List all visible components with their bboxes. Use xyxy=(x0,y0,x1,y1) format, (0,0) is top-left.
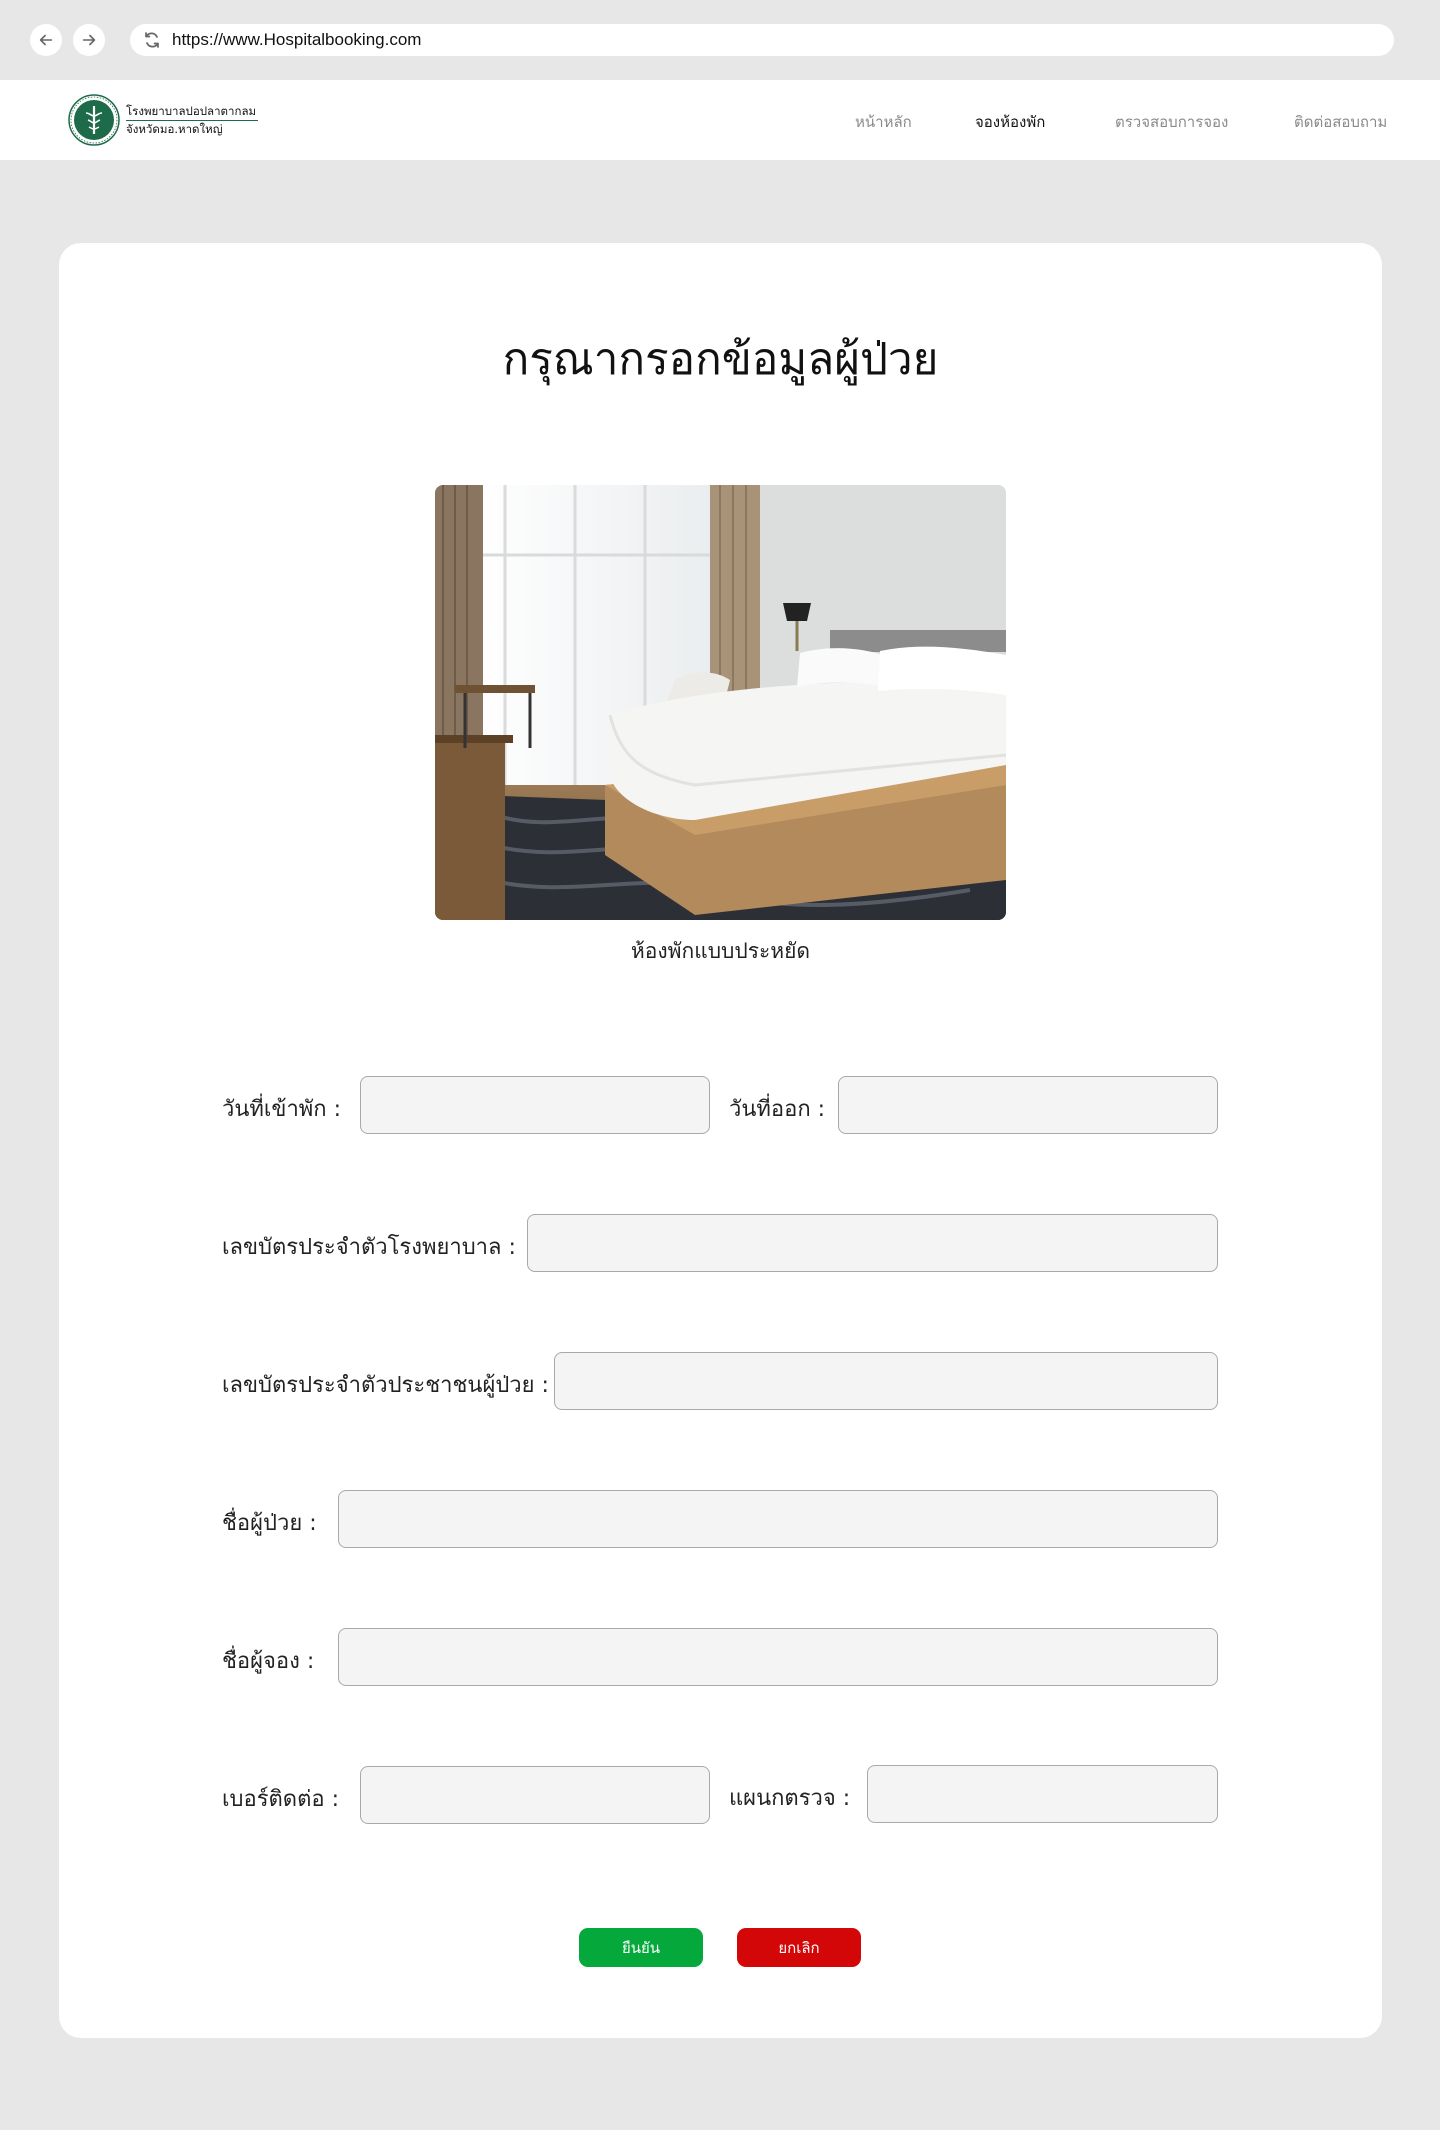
nav-book-room[interactable]: จองห้องพัก xyxy=(975,110,1045,134)
browser-toolbar: https://www.Hospitalbooking.com xyxy=(0,0,1440,80)
hospital-emblem-icon xyxy=(68,94,120,146)
arrow-left-icon xyxy=(39,34,53,46)
address-bar[interactable]: https://www.Hospitalbooking.com xyxy=(130,24,1394,56)
logo-text: โรงพยาบาลปอปลาตากลม จังหวัดมอ.หาดใหญ่ xyxy=(126,103,259,138)
citizen-id-label: เลขบัตรประจำตัวประชาชนผู้ป่วย : xyxy=(222,1373,549,1398)
patient-name-label: ชื่อผู้ป่วย : xyxy=(222,1511,317,1536)
nav-check-booking[interactable]: ตรวจสอบการจอง xyxy=(1115,110,1228,134)
room-caption: ห้องพักแบบประหยัด xyxy=(630,939,811,963)
department-label: แผนกตรวจ : xyxy=(729,1786,851,1811)
url-text: https://www.Hospitalbooking.com xyxy=(172,30,422,49)
checkin-date-input[interactable] xyxy=(360,1076,710,1134)
confirm-button[interactable]: ยืนยัน xyxy=(579,1928,703,1967)
hospital-logo[interactable]: โรงพยาบาลปอปลาตากลม จังหวัดมอ.หาดใหญ่ xyxy=(68,94,259,146)
patient-name-input[interactable] xyxy=(338,1490,1218,1548)
page-title: กรุณากรอกข้อมูลผู้ป่วย xyxy=(502,334,939,385)
hospital-id-input[interactable] xyxy=(527,1214,1218,1272)
booker-name-label: ชื่อผู้จอง : xyxy=(222,1649,315,1674)
forward-button[interactable] xyxy=(73,24,105,56)
nav-home[interactable]: หน้าหลัก xyxy=(855,110,912,134)
site-header: โรงพยาบาลปอปลาตากลม จังหวัดมอ.หาดใหญ่ หน… xyxy=(0,80,1440,160)
back-button[interactable] xyxy=(30,24,62,56)
booker-name-input[interactable] xyxy=(338,1628,1218,1686)
checkout-date-input[interactable] xyxy=(838,1076,1218,1134)
cancel-button[interactable]: ยกเลิก xyxy=(737,1928,861,1967)
phone-label: เบอร์ติดต่อ : xyxy=(222,1787,339,1812)
reload-icon[interactable] xyxy=(142,30,162,50)
hospital-id-label: เลขบัตรประจำตัวโรงพยาบาล : xyxy=(222,1235,516,1260)
citizen-id-input[interactable] xyxy=(554,1352,1218,1410)
department-input[interactable] xyxy=(867,1765,1218,1823)
checkout-label: วันที่ออก : xyxy=(729,1097,826,1122)
nav-contact[interactable]: ติดต่อสอบถาม xyxy=(1294,110,1387,134)
room-photo xyxy=(435,485,1006,920)
arrow-right-icon xyxy=(82,34,96,46)
logo-line1: โรงพยาบาลปอปลาตากลม xyxy=(126,103,259,121)
booking-form-card: กรุณากรอกข้อมูลผู้ป่วย ห้องพักแบบประหยัด… xyxy=(59,243,1382,2038)
logo-line2: จังหวัดมอ.หาดใหญ่ xyxy=(126,121,223,136)
phone-input[interactable] xyxy=(360,1766,710,1824)
checkin-label: วันที่เข้าพัก : xyxy=(222,1097,342,1122)
